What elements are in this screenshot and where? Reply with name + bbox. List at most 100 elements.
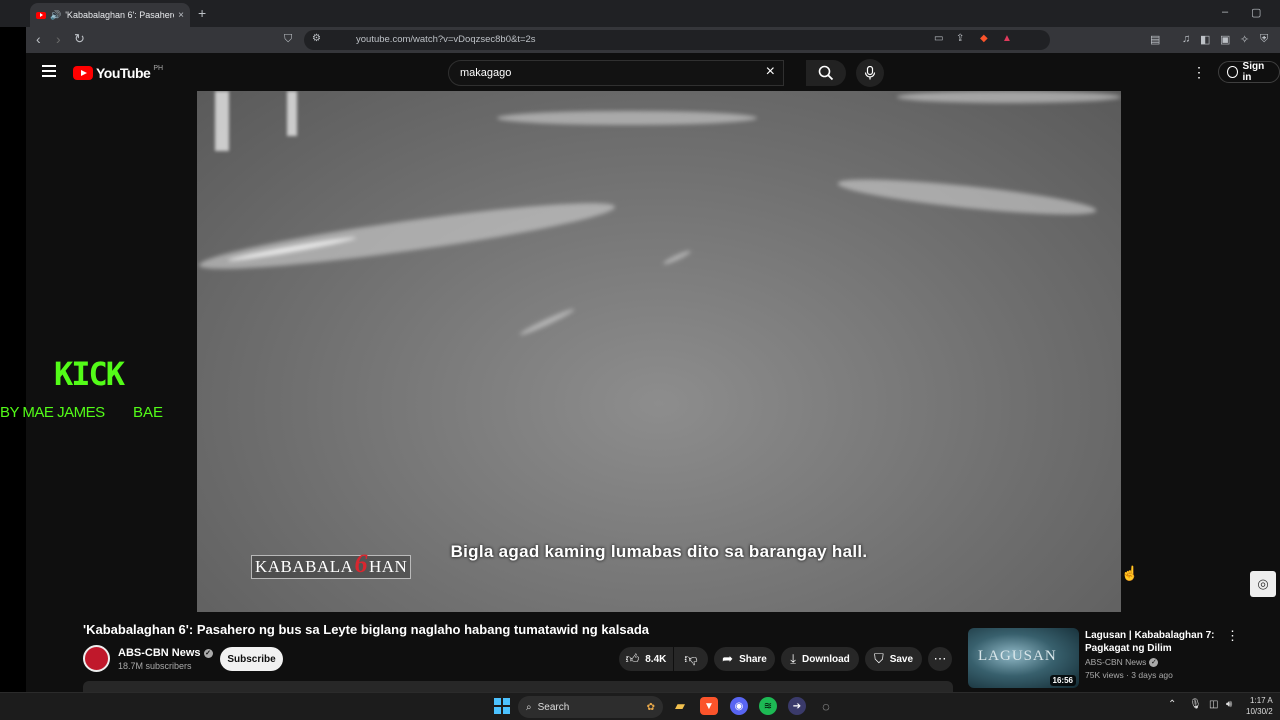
settings-kebab-icon[interactable]: ⋮ [1192, 64, 1206, 81]
description-box[interactable] [83, 681, 953, 692]
share-label: Share [739, 653, 767, 665]
video-light-streak [662, 248, 692, 267]
region-label: PH [153, 64, 164, 72]
recommended-title[interactable]: Lagusan | Kababalaghan 7: Pagkagat ng Di… [1085, 629, 1215, 655]
brave-browser-icon[interactable]: ▼ [700, 697, 718, 715]
thumbnail-text: LAGUSAN [978, 648, 1057, 664]
mouse-cursor-icon: ☝ [1121, 565, 1139, 581]
sign-in-button[interactable]: Sign in [1218, 61, 1280, 83]
wallet-icon[interactable]: ▣ [1220, 33, 1230, 46]
obs-icon[interactable]: ◌ [817, 697, 835, 715]
menu-icon[interactable] [42, 65, 56, 77]
thumbs-down-icon: 👎︎ [684, 651, 698, 666]
channel-name-text[interactable]: ABS-CBN News [118, 647, 201, 659]
file-explorer-icon[interactable]: ▰ [671, 697, 689, 715]
site-info-icon[interactable]: ⚙ [312, 33, 321, 44]
recommended-thumbnail[interactable]: LAGUSAN 16:56 [968, 628, 1079, 688]
video-player[interactable]: KABABALA 6 HAN Bigla agad kaming lumabas… [197, 91, 1121, 612]
overlay-bae-text: BAE [133, 404, 164, 421]
download-icon: ⤓ [790, 651, 796, 666]
more-actions-button[interactable]: ⋯ [928, 647, 952, 671]
tab-close-icon[interactable]: × [178, 10, 184, 21]
verified-icon: ✓ [203, 648, 213, 658]
minimize-button[interactable]: – [1222, 6, 1228, 18]
search-input[interactable]: makagago × [448, 60, 784, 86]
subscriber-count: 18.7M subscribers [118, 661, 192, 671]
maximize-button[interactable]: ▢ [1251, 6, 1261, 19]
browser-tab[interactable]: 🔊 'Kababalaghan 6': Pasahero ng × [30, 3, 190, 27]
share-page-icon[interactable]: ⇪ [956, 33, 964, 44]
browser-toolbar: ‹ › ↻ ⛉ ⚙ youtube.com/watch?v=vDoqzsec8b… [26, 27, 1280, 53]
network-icon[interactable]: ◫ [1209, 699, 1218, 710]
clock-date: 10/30/2 [1246, 707, 1273, 716]
video-light-streak [497, 111, 757, 125]
search-highlight-icon: ✿ [646, 701, 655, 713]
reading-mode-icon[interactable]: ▤ [1150, 33, 1160, 46]
new-tab-button[interactable]: + [198, 5, 206, 21]
tray-overflow-icon[interactable]: ⌃ [1168, 699, 1176, 710]
verified-icon: ✓ [1149, 658, 1159, 668]
leo-ai-icon[interactable]: ✧ [1240, 33, 1249, 46]
windows-start-icon[interactable] [494, 698, 510, 714]
share-button[interactable]: ➦ Share [714, 647, 775, 671]
video-light-streak [836, 172, 1098, 222]
brave-shields-icon[interactable]: ◆ [980, 33, 988, 44]
video-figure [287, 91, 297, 136]
channel-avatar[interactable] [83, 645, 110, 672]
windows-taskbar: ⌕ Search ✿ ▰ ▼ ◉ ≋ ➔ ◌ ⌃ 🎙︎ ◫ 🔊︎ 1:17 A … [0, 692, 1280, 720]
youtube-play-icon [73, 66, 93, 80]
recommended-meta: 75K views · 3 days ago [1085, 670, 1173, 680]
cast-icon[interactable]: ▭ [934, 33, 943, 44]
podcast-badge-icon[interactable]: ◎ [1250, 571, 1276, 597]
clock-time: 1:17 A [1250, 696, 1273, 705]
audio-playing-icon[interactable]: 🔊 [50, 10, 61, 21]
browser-tabstrip: 🔊 'Kababalaghan 6': Pasahero ng × + – ▢ [0, 0, 1280, 27]
brave-rewards-icon[interactable]: ▲ [1002, 33, 1012, 44]
taskbar-search-icon: ⌕ [526, 701, 532, 713]
back-icon[interactable]: ‹ [36, 31, 41, 47]
taskbar-search[interactable]: ⌕ Search ✿ [518, 696, 663, 718]
video-light-streak [897, 91, 1121, 103]
download-label: Download [801, 653, 850, 665]
reload-icon[interactable]: ↻ [74, 31, 85, 47]
video-subtitle: Bigla agad kaming lumabas dito sa barang… [450, 542, 868, 561]
recommended-menu-icon[interactable]: ⋮ [1226, 628, 1239, 644]
spotify-icon[interactable]: ≋ [759, 697, 777, 715]
youtube-header: YouTube PH makagago × ⋮ Sign in [26, 53, 1280, 91]
search-button[interactable] [806, 60, 846, 86]
overlay-byline: BY MAE JAMES [0, 404, 105, 421]
video-title: 'Kababalaghan 6': Pasahero ng bus sa Ley… [83, 622, 650, 637]
account-icon [1227, 66, 1238, 78]
kick-logo: KICK [54, 355, 125, 393]
taskbar-clock[interactable]: 1:17 A 10/30/2 [1246, 695, 1273, 717]
sidebar-icon[interactable]: ◧ [1200, 33, 1210, 46]
recommended-channel[interactable]: ABS-CBN News ✓ [1085, 657, 1159, 668]
discord-icon[interactable]: ◉ [730, 697, 748, 715]
search-query: makagago [460, 67, 512, 79]
media-icon[interactable]: ♫ [1182, 33, 1190, 45]
vpn-icon[interactable]: ⛨ [1260, 33, 1268, 46]
subscribe-button[interactable]: Subscribe [220, 647, 283, 671]
like-button[interactable]: 👍︎ 8.4K [619, 647, 673, 671]
app-icon[interactable]: ➔ [788, 697, 806, 715]
like-count: 8.4K [645, 653, 667, 665]
youtube-logo[interactable]: YouTube PH [73, 65, 163, 81]
url-text: youtube.com/watch?v=vDoqzsec8b0&t=2s [356, 34, 536, 45]
channel-name[interactable]: ABS-CBN News ✓ [118, 647, 213, 659]
voice-search-button[interactable] [856, 59, 884, 87]
forward-icon[interactable]: › [56, 31, 61, 47]
screen: 🔊 'Kababalaghan 6': Pasahero ng × + – ▢ … [0, 0, 1280, 720]
bookmark-icon[interactable]: ⛉ [284, 33, 292, 46]
download-button[interactable]: ⤓ Download [781, 647, 859, 671]
microphone-tray-icon[interactable]: 🎙︎ [1189, 699, 1202, 710]
youtube-favicon-icon [36, 11, 46, 19]
save-label: Save [889, 653, 914, 665]
youtube-wordmark: YouTube [96, 65, 151, 81]
address-bar[interactable]: ⚙ youtube.com/watch?v=vDoqzsec8b0&t=2s ▭… [304, 30, 1050, 50]
clear-search-icon[interactable]: × [766, 63, 775, 81]
volume-icon[interactable]: 🔊︎ [1226, 699, 1232, 710]
dislike-button[interactable]: 👎︎ [674, 647, 708, 671]
save-button[interactable]: ⛉ Save [865, 647, 922, 671]
search-icon [818, 65, 834, 81]
recommended-channel-text[interactable]: ABS-CBN News [1085, 657, 1146, 667]
